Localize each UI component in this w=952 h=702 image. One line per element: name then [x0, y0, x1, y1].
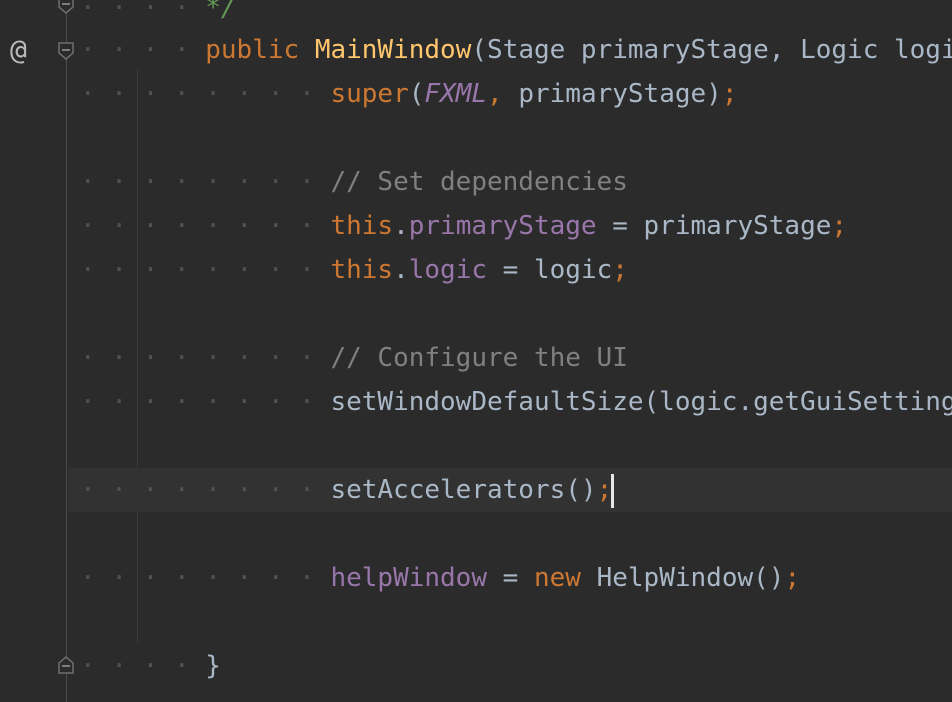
fold-marker-icon[interactable] — [58, 42, 74, 60]
code-editor[interactable]: @ · · · · */ · · · · public MainWindow(S… — [0, 0, 952, 702]
field-primary-stage: primaryStage — [408, 211, 597, 241]
code-line-super[interactable]: · · · · · · · · super(FXML, primaryStage… — [80, 72, 737, 116]
keyword-super: super — [330, 79, 409, 109]
text-caret — [611, 473, 615, 508]
code-line-constructor[interactable]: · · · · public MainWindow(Stage primaryS… — [80, 28, 952, 72]
field-help-window: helpWindow — [330, 563, 487, 593]
code-line-assign-primary-stage[interactable]: · · · · · · · · this.primaryStage = prim… — [80, 204, 847, 248]
constructor-name: MainWindow — [314, 35, 472, 65]
keyword-new: new — [533, 563, 581, 593]
code-line-comment-configure[interactable]: · · · · · · · · // Configure the UI — [80, 336, 628, 380]
fold-marker-icon[interactable] — [58, 0, 74, 14]
method-call: setAccelerators() — [330, 475, 597, 505]
code-line-assign-help-window[interactable]: · · · · · · · · helpWindow = new HelpWin… — [80, 556, 800, 600]
gutter-divider — [66, 0, 67, 702]
code-line-set-accelerators[interactable]: · · · · · · · · setAccelerators(); — [80, 468, 615, 512]
field-logic: logic — [408, 255, 488, 285]
doc-comment-end: */ — [205, 0, 237, 23]
keyword-public: public — [205, 35, 300, 65]
constant-fxml: FXML — [424, 79, 488, 109]
override-annotation-icon[interactable]: @ — [10, 32, 27, 68]
code-line-set-window-size[interactable]: · · · · · · · · setWindowDefaultSize(log… — [80, 380, 952, 424]
comment: // Set dependencies — [330, 167, 628, 197]
closing-brace: } — [205, 651, 221, 681]
editor-gutter: @ — [0, 0, 80, 702]
method-call: setWindowDefaultSize(logic.getGuiSetting… — [330, 387, 952, 417]
code-line-assign-logic[interactable]: · · · · · · · · this.logic = logic; — [80, 248, 628, 292]
comment: // Configure the UI — [330, 343, 628, 373]
code-line-comment-dependencies[interactable]: · · · · · · · · // Set dependencies — [80, 160, 628, 204]
constructor-params: (Stage primaryStage, Logic logic) { — [471, 35, 952, 65]
code-line-closing-brace[interactable]: · · · · } — [80, 644, 221, 688]
code-line-doc-end[interactable]: · · · · */ — [80, 0, 237, 30]
fold-marker-icon[interactable] — [58, 656, 74, 674]
